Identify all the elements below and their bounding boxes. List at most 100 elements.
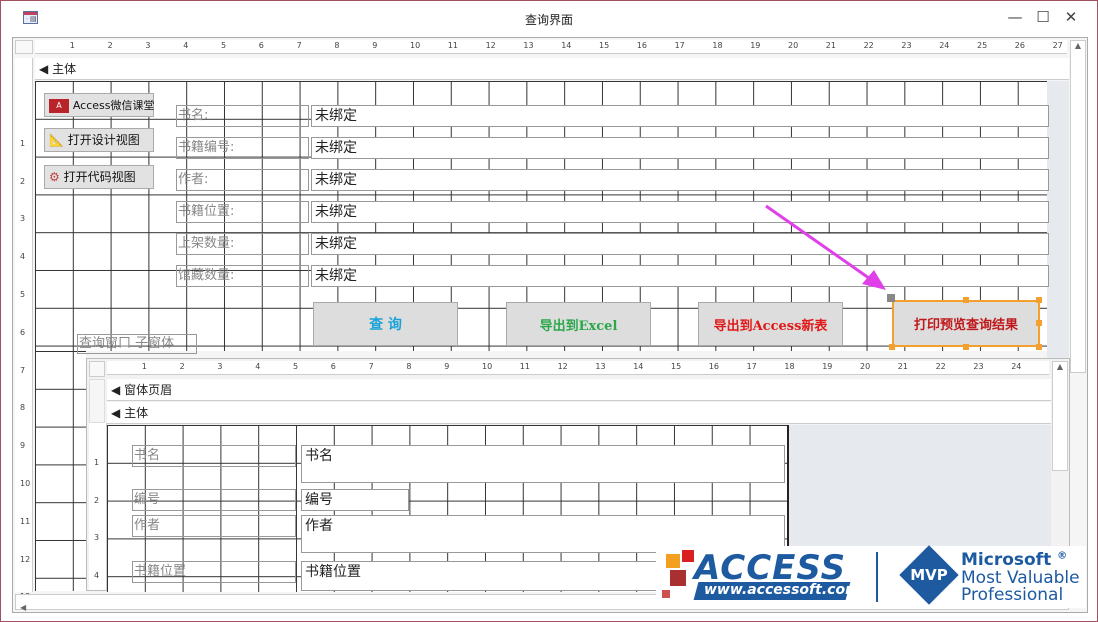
ruler-tick: 24 (939, 41, 950, 50)
ruler-tick: 15 (599, 41, 610, 50)
field-textbox[interactable]: 未绑定 (311, 105, 1049, 127)
resize-handle[interactable] (889, 344, 895, 350)
subform-section-bar-detail[interactable]: ◀︎ 主体 (107, 402, 1051, 424)
ruler-tick: 17 (746, 362, 757, 371)
print-preview-button[interactable]: 打印预览查询结果 (892, 300, 1040, 347)
ruler-tick: 7 (368, 362, 374, 371)
ruler-tick: 3 (145, 41, 151, 50)
access-class-button[interactable]: A Access微信课堂 (44, 93, 155, 117)
field-label: 书籍编号: (176, 137, 309, 159)
open-code-view-button[interactable]: ⚙ 打开代码视图 (44, 165, 154, 189)
horizontal-ruler[interactable]: 1 2 3 4 5 6 7 8 9 10 11 12 13 14 15 16 17 18 19 20 21 22 23 24 2… (35, 40, 1067, 54)
ruler-tick: 15 (671, 362, 682, 371)
button-label: 打开设计视图 (67, 133, 140, 147)
subform-field-label: 书籍位置 (132, 561, 296, 583)
vertical-ruler[interactable]: 12345678910111213 (15, 58, 33, 601)
field-textbox[interactable]: 未绑定 (311, 201, 1049, 223)
subform-horizontal-ruler[interactable]: 1 2 3 4 5 6 7 8 9 10 11 12 13 14 15 16 17 18 19 20 21 22 23 24 (107, 361, 1049, 375)
field-label: 作者: (176, 169, 309, 191)
logo-square (670, 570, 686, 586)
field-textbox[interactable]: 未绑定 (311, 169, 1049, 191)
mvp-text: MVP (910, 566, 948, 584)
field-textbox[interactable]: 未绑定 (311, 137, 1049, 159)
minimize-button[interactable]: — (1003, 7, 1027, 27)
ruler-tick: 20 (860, 362, 871, 371)
ruler-tick: 11 (447, 41, 458, 50)
section-arrow-icon: ◀︎ (111, 383, 121, 397)
logo-url: www.accessoft.com (704, 582, 860, 598)
ruler-tick: 2 (107, 41, 113, 50)
ruler-tick: 3 (20, 214, 26, 224)
resize-handle[interactable] (963, 297, 969, 303)
design-view-icon: 📐 (49, 133, 64, 147)
access-icon: A (49, 98, 69, 113)
logo-square (666, 554, 680, 568)
field-textbox[interactable]: 未绑定 (311, 233, 1049, 255)
ruler-tick: 2 (179, 362, 185, 371)
button-label: Access微信课堂 (72, 99, 155, 112)
resize-handle[interactable] (963, 344, 969, 350)
section-label: 窗体页眉 (124, 383, 173, 397)
resize-handle[interactable] (1036, 344, 1042, 350)
subform-vertical-ruler[interactable]: 1 2 3 4 (89, 423, 107, 590)
ruler-tick: 23 (901, 41, 912, 50)
subform-label: 查询窗口 子窗体 (77, 334, 197, 354)
logo-square (662, 590, 670, 598)
close-button[interactable]: ✕ (1059, 7, 1083, 27)
ruler-tick: 14 (561, 41, 572, 50)
subform-field-label: 作者 (132, 515, 296, 537)
scroll-up-icon[interactable]: ▲ (1071, 41, 1085, 50)
button-label: 打印预览查询结果 (913, 318, 1018, 333)
ruler-tick: 12 (485, 41, 496, 50)
ruler-tick: 5 (293, 362, 299, 371)
subform-section-selector[interactable] (89, 379, 105, 423)
ruler-tick: 3 (217, 362, 223, 371)
scroll-left-icon[interactable]: ◀ (16, 603, 26, 612)
subform-field-textbox[interactable]: 编号 (301, 489, 409, 511)
resize-handle[interactable] (1036, 297, 1042, 303)
subform-field-label: 书名 (132, 445, 296, 467)
ruler-tick: 4 (94, 571, 100, 581)
main-vertical-scrollbar[interactable]: ▲ (1070, 40, 1086, 373)
mvp-line1: Microsoft ® (961, 550, 1067, 570)
open-design-view-button[interactable]: 📐 打开设计视图 (44, 128, 154, 152)
ruler-tick: 13 (595, 362, 606, 371)
window-title: 查询界面 (524, 13, 573, 27)
ruler-tick: 16 (708, 362, 719, 371)
ruler-tick: 10 (410, 41, 421, 50)
scroll-up-icon[interactable]: ▲ (1053, 362, 1067, 371)
ruler-tick: 25 (977, 41, 988, 50)
ruler-tick: 1 (94, 457, 100, 467)
ruler-tick: 23 (973, 362, 984, 371)
design-surface: 1 2 3 4 5 6 7 8 9 10 11 12 13 14 15 16 17 18 19 20 21 22 23 24 2… (12, 37, 1088, 613)
ruler-tick: 24 (1011, 362, 1022, 371)
maximize-button[interactable]: ☐ (1031, 7, 1055, 27)
query-button[interactable]: 查 询 (313, 302, 458, 346)
section-bar-detail[interactable]: ◀︎ 主体 (35, 58, 1069, 80)
subform-field-textbox[interactable]: 书名 (301, 445, 785, 483)
form-grid-lower (35, 351, 86, 591)
ruler-tick: 16 (636, 41, 647, 50)
section-arrow-icon: ◀︎ (39, 62, 49, 76)
export-access-table-button[interactable]: 导出到Access新表 (698, 302, 843, 346)
ruler-tick: 27 (1052, 41, 1063, 50)
ruler-tick: 10 (482, 362, 493, 371)
subform-section-bar-header[interactable]: ◀︎ 窗体页眉 (107, 379, 1051, 401)
ruler-tick: 9 (20, 441, 26, 451)
ruler-tick: 4 (20, 252, 26, 262)
mvp-line3: Professional (961, 585, 1064, 605)
field-textbox[interactable]: 未绑定 (311, 265, 1049, 287)
ruler-tick: 17 (674, 41, 685, 50)
subform-field-label: 编号 (132, 489, 296, 511)
subform-ruler-corner[interactable] (89, 361, 105, 377)
ruler-tick: 21 (825, 41, 836, 50)
ruler-tick: 22 (863, 41, 874, 50)
ruler-tick: 12 (20, 554, 31, 564)
resize-handle[interactable] (1036, 320, 1042, 326)
field-label: 书籍位置: (176, 201, 309, 223)
subform-vertical-scrollbar[interactable]: ▲ (1052, 361, 1068, 471)
export-excel-button[interactable]: 导出到Excel (506, 302, 651, 346)
code-view-icon: ⚙ (49, 170, 60, 184)
ruler-corner[interactable] (15, 40, 33, 54)
field-label: 书名: (176, 105, 309, 127)
